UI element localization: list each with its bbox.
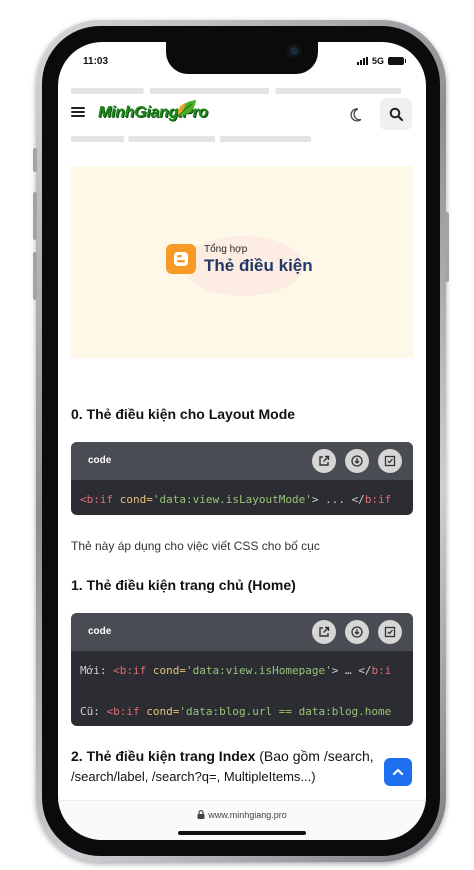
code-block: code Mới: <b:if cond='data:view.isHomepa… — [71, 613, 413, 726]
banner-title: Thẻ điều kiện — [204, 256, 313, 275]
dark-mode-icon[interactable] — [350, 107, 366, 123]
code-block-header: code — [71, 442, 413, 480]
code-language-label: code — [88, 455, 112, 466]
scrolled-text-remnant — [71, 136, 311, 142]
browser-address-bar: www.minhgiang.pro — [58, 800, 426, 840]
battery-icon — [388, 57, 406, 65]
code-line: <b:if cond='data:view.isLayoutMode'> ...… — [80, 493, 392, 506]
back-to-top-button[interactable] — [384, 758, 412, 786]
menu-icon[interactable] — [71, 105, 85, 119]
article-banner-image: Tổng hợp Thẻ điều kiện — [71, 166, 413, 358]
leaf-logo-icon — [176, 100, 196, 118]
copy-button[interactable] — [378, 620, 402, 644]
network-label: 5G — [371, 56, 384, 66]
article-paragraph: Thẻ này áp dụng cho việc viết CSS cho bố… — [71, 539, 320, 553]
external-link-icon — [319, 455, 330, 466]
code-language-label: code — [88, 626, 112, 637]
status-time: 11:03 — [83, 56, 109, 67]
side-button — [445, 212, 449, 282]
search-button[interactable] — [380, 98, 412, 130]
blogger-icon — [166, 244, 196, 274]
site-header: MinhGiang.Pro — [58, 96, 426, 134]
notch — [166, 42, 318, 74]
chevron-up-icon — [392, 768, 404, 776]
address-url[interactable]: www.minhgiang.pro — [58, 810, 426, 820]
code-line: Cũ: <b:if cond='data:blog.url == data:bl… — [80, 705, 392, 718]
section-heading: 0. Thẻ điều kiện cho Layout Mode — [71, 406, 296, 422]
section-heading: 1. Thẻ điều kiện trang chủ (Home) — [71, 577, 296, 593]
code-block-header: code — [71, 613, 413, 651]
search-icon — [389, 107, 403, 121]
copy-icon — [384, 455, 396, 467]
home-indicator — [178, 831, 306, 835]
camera-icon — [287, 44, 301, 58]
banner-subtitle: Tổng hợp — [204, 244, 248, 255]
scrolled-text-remnant — [71, 88, 401, 94]
download-button[interactable] — [345, 620, 369, 644]
download-icon — [351, 455, 363, 467]
lock-icon — [197, 810, 205, 819]
signal-icon — [356, 57, 368, 65]
external-link-icon — [319, 626, 330, 637]
code-line: Mới: <b:if cond='data:view.isHomepage'> … — [80, 664, 392, 677]
open-new-window-button[interactable] — [312, 449, 336, 473]
side-button — [33, 192, 37, 240]
status-indicators: 5G — [356, 56, 406, 66]
section-heading-continued: /search/label, /search?q=, MultipleItems… — [71, 769, 316, 784]
side-button — [33, 148, 37, 172]
section-heading: 2. Thẻ điều kiện trang Index (Bao gồm /s… — [71, 748, 374, 764]
copy-button[interactable] — [378, 449, 402, 473]
open-new-window-button[interactable] — [312, 620, 336, 644]
download-icon — [351, 626, 363, 638]
download-button[interactable] — [345, 449, 369, 473]
phone-screen: 11:03 5G MinhGiang.Pro Tổng hợp Thẻ điều… — [58, 42, 426, 840]
code-block: code <b:if cond='data:view.isLayoutMode'… — [71, 442, 413, 515]
side-button — [33, 252, 37, 300]
copy-icon — [384, 626, 396, 638]
